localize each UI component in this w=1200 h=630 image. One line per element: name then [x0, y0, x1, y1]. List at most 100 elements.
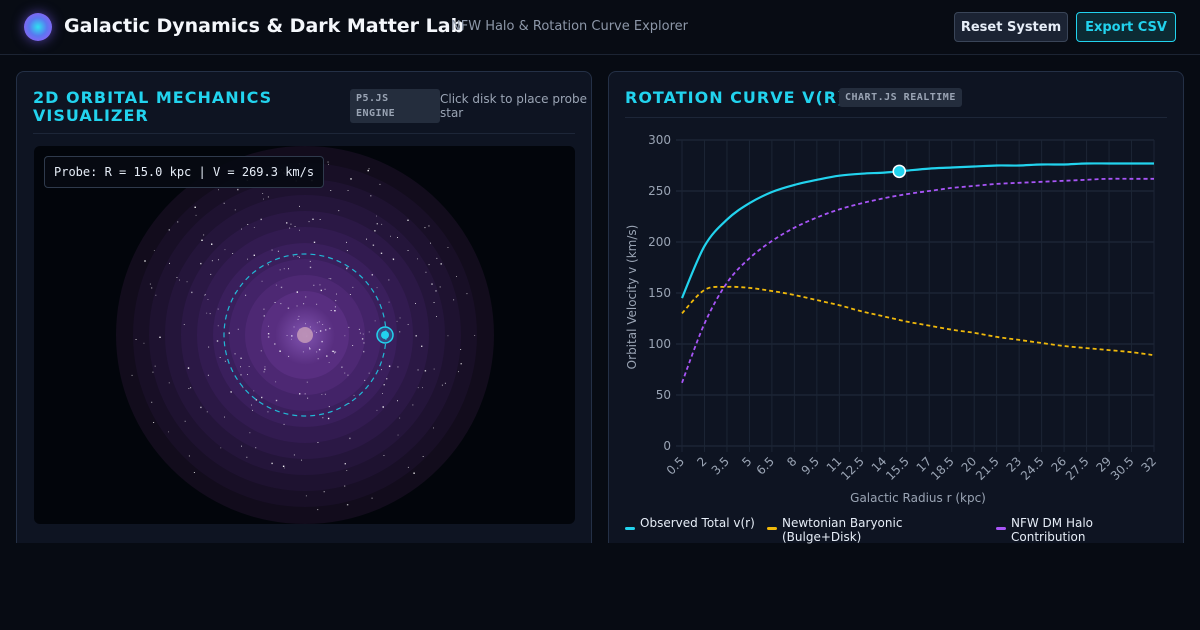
disk-star	[207, 299, 209, 300]
disk-star	[211, 260, 213, 262]
disk-star	[251, 404, 252, 406]
disk-star	[417, 387, 419, 389]
disk-star	[466, 293, 468, 295]
x-tick-label: 3.5	[709, 454, 732, 477]
disk-star	[407, 250, 409, 251]
disk-star	[371, 497, 373, 499]
disk-star	[388, 301, 390, 303]
disk-star	[204, 294, 206, 296]
disk-star	[413, 472, 415, 474]
disk-star	[305, 296, 307, 298]
disk-star	[388, 365, 391, 367]
disk-star	[149, 283, 151, 285]
disk-star	[353, 394, 355, 396]
disk-star	[380, 252, 383, 254]
disk-star	[220, 447, 222, 449]
disk-star	[390, 235, 391, 237]
disk-star	[151, 401, 153, 403]
disk-star	[349, 294, 351, 295]
disk-star	[363, 342, 365, 344]
disk-star	[263, 371, 265, 373]
disk-star	[155, 294, 157, 296]
disk-star	[435, 290, 437, 292]
disk-star	[346, 504, 349, 506]
y-tick-label: 0	[663, 439, 671, 453]
disk-star	[307, 397, 309, 399]
disk-star	[417, 369, 419, 371]
export-csv-button[interactable]: Export CSV	[1076, 12, 1176, 42]
disk-star	[255, 399, 258, 401]
disk-star	[303, 303, 305, 305]
app-subtitle: NFW Halo & Rotation Curve Explorer	[451, 19, 689, 34]
disk-star	[368, 168, 370, 170]
disk-star	[261, 396, 263, 399]
disk-star	[330, 310, 332, 311]
y-tick-label: 300	[648, 133, 671, 147]
disk-star	[169, 262, 170, 264]
disk-star	[275, 284, 277, 286]
disk-star	[439, 286, 441, 288]
disk-star	[334, 352, 335, 354]
disk-star	[376, 409, 378, 411]
disk-star	[206, 411, 208, 413]
x-axis-ticks: 0.5 2 3.5 5 6.5 8 9.5 1112.5 1415.5 1718.5 2021.5 2…	[664, 454, 1159, 483]
disk-star	[263, 308, 265, 310]
disk-star	[383, 455, 385, 456]
orbital-canvas[interactable]: Probe: R = 15.0 kpc | V = 269.3 km/s	[34, 146, 575, 524]
placement-hint: Click disk to place probe star	[440, 92, 587, 120]
disk-star	[247, 258, 248, 260]
rotation-curve-panel: ROTATION CURVE V(R) CHART.JS REALTIME 05…	[608, 71, 1185, 544]
disk-star	[332, 350, 335, 353]
orbital-panel-title: 2D ORBITAL MECHANICS VISUALIZER	[33, 88, 273, 125]
disk-star	[381, 223, 383, 225]
disk-star	[371, 274, 373, 276]
disk-star	[264, 368, 266, 371]
x-tick-label: 32	[1138, 454, 1159, 475]
galaxy-disk[interactable]	[34, 146, 575, 524]
disk-star	[456, 276, 457, 277]
disk-star	[412, 404, 414, 406]
disk-star	[399, 317, 401, 319]
disk-star	[399, 331, 401, 333]
disk-star	[407, 219, 409, 221]
orbital-visualizer-panel: 2D ORBITAL MECHANICS VISUALIZER P5.JS EN…	[16, 71, 592, 543]
disk-star	[299, 205, 300, 207]
disk-star	[312, 218, 314, 220]
series-dm-halo-line	[681, 177, 1154, 384]
disk-star	[317, 442, 319, 443]
disk-star	[218, 189, 219, 191]
reset-system-button[interactable]: Reset System	[954, 12, 1068, 42]
disk-star	[207, 374, 209, 376]
disk-star	[237, 188, 239, 191]
disk-star	[267, 336, 270, 338]
x-tick-label: 18.5	[928, 454, 957, 483]
disk-star	[460, 363, 462, 365]
disk-star	[425, 271, 427, 273]
disk-star	[263, 315, 265, 317]
probe-star[interactable]	[381, 331, 389, 339]
disk-star	[397, 237, 398, 238]
disk-star	[415, 335, 417, 337]
disk-star	[268, 325, 269, 327]
disk-star	[331, 350, 333, 352]
disk-star	[383, 384, 385, 386]
disk-star	[317, 509, 319, 511]
probe-marker[interactable]	[892, 164, 907, 179]
disk-star	[224, 360, 226, 362]
engine-tag: P5.JS ENGINE	[350, 89, 440, 123]
disk-star	[297, 256, 299, 257]
disk-star	[183, 324, 185, 325]
disk-star	[224, 416, 225, 418]
x-tick-label: 15.5	[883, 454, 912, 483]
disk-star	[264, 366, 266, 368]
x-tick-label: 8	[784, 454, 799, 469]
disk-star	[319, 219, 321, 220]
disk-star	[397, 366, 399, 368]
disk-star	[218, 259, 219, 261]
disk-star	[364, 379, 366, 381]
disk-star	[376, 287, 378, 289]
disk-star	[144, 260, 146, 262]
disk-star	[201, 239, 203, 241]
disk-star	[417, 258, 418, 260]
rotation-curve-chart[interactable]: 050100150200250300 0.5 2 3.5 5 6.5 8 9.5 1112.5…	[609, 72, 1185, 512]
